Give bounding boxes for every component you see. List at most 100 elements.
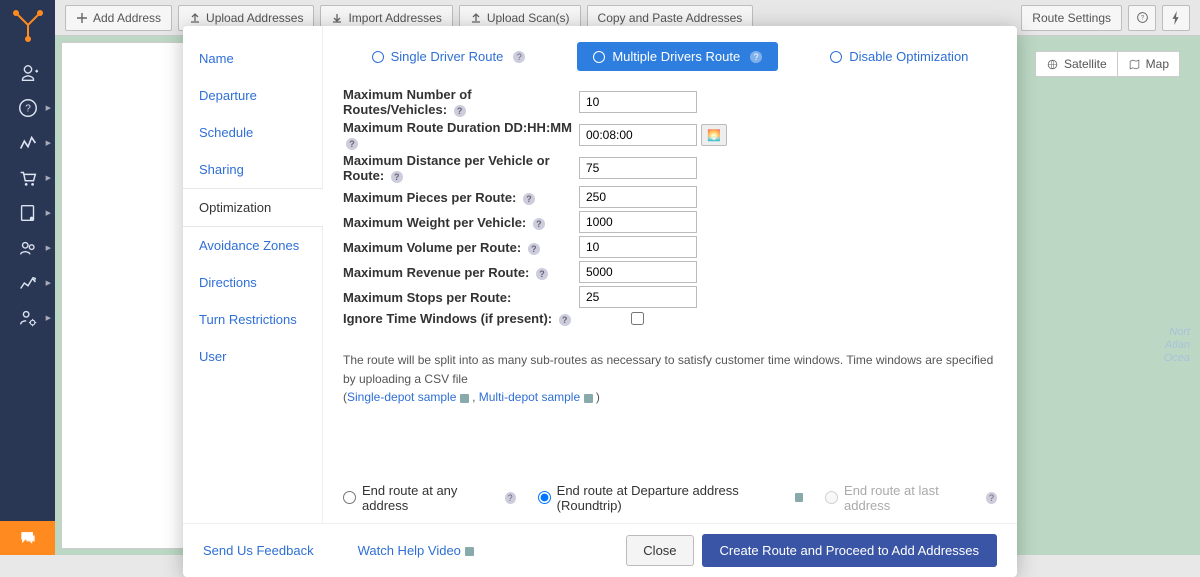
max-weight-input[interactable] xyxy=(579,211,697,233)
max-duration-label: Maximum Route Duration DD:HH:MM xyxy=(343,120,572,135)
nav-sharing[interactable]: Sharing xyxy=(183,151,322,188)
radio-icon[interactable] xyxy=(538,491,551,504)
radio-icon xyxy=(830,51,842,63)
chat-button[interactable] xyxy=(0,521,55,555)
max-distance-input[interactable] xyxy=(579,157,697,179)
tab-multiple-label: Multiple Drivers Route xyxy=(612,49,740,64)
max-revenue-input[interactable] xyxy=(579,261,697,283)
max-weight-label: Maximum Weight per Vehicle: xyxy=(343,215,526,230)
nav-turn[interactable]: Turn Restrictions xyxy=(183,301,322,338)
help-icon[interactable]: ? xyxy=(513,51,525,63)
help-icon[interactable]: ? xyxy=(523,193,535,205)
upload-scans-label: Upload Scan(s) xyxy=(487,11,570,25)
description-text: The route will be split into as many sub… xyxy=(343,353,993,386)
single-depot-sample-link[interactable]: Single-depot sample xyxy=(347,390,456,404)
help-icon[interactable]: ? xyxy=(559,314,571,326)
route-settings-button[interactable]: Route Settings xyxy=(1021,5,1122,31)
radio-icon xyxy=(372,51,384,63)
max-duration-input[interactable] xyxy=(579,124,697,146)
tab-disable-optimization[interactable]: Disable Optimization xyxy=(814,42,984,71)
max-volume-input[interactable] xyxy=(579,236,697,258)
help-icon[interactable]: ? xyxy=(750,51,762,63)
help-icon[interactable]: ? xyxy=(346,138,358,150)
sidebar-addressbook-icon[interactable]: ▶ xyxy=(0,195,55,230)
import-addresses-label: Import Addresses xyxy=(348,11,441,25)
svg-text:?: ? xyxy=(1140,16,1144,22)
video-icon xyxy=(465,547,474,556)
help-icon[interactable]: ? xyxy=(454,105,466,117)
route-settings-label: Route Settings xyxy=(1032,11,1111,25)
ignore-tw-checkbox[interactable] xyxy=(631,312,644,325)
max-stops-input[interactable] xyxy=(579,286,697,308)
end-route-departure-label: End route at Departure address (Roundtri… xyxy=(557,483,789,513)
nav-departure[interactable]: Departure xyxy=(183,77,322,114)
nav-name[interactable]: Name xyxy=(183,40,322,77)
nav-directions[interactable]: Directions xyxy=(183,264,322,301)
modal-footer: Send Us Feedback Watch Help Video Close … xyxy=(183,523,1017,577)
map-map-toggle[interactable]: Map xyxy=(1118,51,1180,77)
max-pieces-label: Maximum Pieces per Route: xyxy=(343,190,516,205)
max-revenue-label: Maximum Revenue per Route: xyxy=(343,265,529,280)
left-sidebar: ?▶ ▶ ▶ ▶ ▶ ▶ ▶ xyxy=(0,0,55,555)
radio-icon[interactable] xyxy=(343,491,356,504)
multi-depot-sample-link[interactable]: Multi-depot sample xyxy=(479,390,580,404)
tab-disable-label: Disable Optimization xyxy=(849,49,968,64)
sidebar-analytics-icon[interactable]: ▶ xyxy=(0,265,55,300)
toolbar-help-icon[interactable]: ? xyxy=(1128,5,1156,31)
max-pieces-input[interactable] xyxy=(579,186,697,208)
add-address-button[interactable]: Add Address xyxy=(65,5,172,31)
satellite-label: Satellite xyxy=(1064,57,1107,71)
nav-avoidance[interactable]: Avoidance Zones xyxy=(183,227,322,264)
tab-single-driver[interactable]: Single Driver Route? xyxy=(356,42,542,71)
map-label: Map xyxy=(1146,57,1169,71)
help-icon: ? xyxy=(986,492,997,504)
upload-addresses-label: Upload Addresses xyxy=(206,11,303,25)
help-icon[interactable]: ? xyxy=(533,218,545,230)
copy-paste-label: Copy and Paste Addresses xyxy=(598,11,743,25)
sidebar-cart-icon[interactable]: ▶ xyxy=(0,160,55,195)
nav-optimization[interactable]: Optimization xyxy=(183,188,323,227)
add-address-label: Add Address xyxy=(93,11,161,25)
max-stops-label: Maximum Stops per Route: xyxy=(343,290,511,305)
sidebar-user-settings-icon[interactable]: ▶ xyxy=(0,300,55,335)
toolbar-bolt-icon[interactable] xyxy=(1162,5,1190,31)
help-icon[interactable]: ? xyxy=(505,492,516,504)
feedback-link[interactable]: Send Us Feedback xyxy=(203,543,314,558)
end-route-last-option: End route at last address? xyxy=(825,483,997,513)
end-route-any-option[interactable]: End route at any address? xyxy=(343,483,516,513)
tab-single-label: Single Driver Route xyxy=(391,49,504,64)
radio-icon xyxy=(825,491,838,504)
modal-content: Single Driver Route? Multiple Drivers Ro… xyxy=(323,26,1017,523)
tab-multiple-drivers[interactable]: Multiple Drivers Route? xyxy=(577,42,778,71)
external-link-icon xyxy=(795,493,803,502)
max-volume-label: Maximum Volume per Route: xyxy=(343,240,521,255)
end-route-any-label: End route at any address xyxy=(362,483,496,513)
watch-video-label: Watch Help Video xyxy=(358,543,461,558)
max-distance-label: Maximum Distance per Vehicle or Route: xyxy=(343,153,550,183)
map-satellite-toggle[interactable]: Satellite xyxy=(1035,51,1118,77)
watch-video-link[interactable]: Watch Help Video xyxy=(358,543,474,558)
sidebar-routes-icon[interactable]: ▶ xyxy=(0,125,55,160)
app-logo xyxy=(8,5,48,45)
svg-text:?: ? xyxy=(25,103,31,114)
sidebar-add-user-icon[interactable] xyxy=(0,55,55,90)
help-icon[interactable]: ? xyxy=(391,171,403,183)
close-button[interactable]: Close xyxy=(626,535,693,566)
help-icon[interactable]: ? xyxy=(536,268,548,280)
external-link-icon xyxy=(460,394,469,403)
map-ocean-label: Nort Atlan Ocea xyxy=(1164,326,1190,366)
sidebar-team-icon[interactable]: ▶ xyxy=(0,230,55,265)
max-routes-input[interactable] xyxy=(579,91,697,113)
sunrise-icon[interactable]: 🌅 xyxy=(701,124,727,146)
end-route-departure-option[interactable]: End route at Departure address (Roundtri… xyxy=(538,483,803,513)
ignore-tw-label: Ignore Time Windows (if present): xyxy=(343,311,552,326)
sidebar-help-icon[interactable]: ?▶ xyxy=(0,90,55,125)
max-routes-label: Maximum Number of Routes/Vehicles: xyxy=(343,87,472,117)
modal-nav: Name Departure Schedule Sharing Optimiza… xyxy=(183,26,323,523)
nav-schedule[interactable]: Schedule xyxy=(183,114,322,151)
create-route-button[interactable]: Create Route and Proceed to Add Addresse… xyxy=(702,534,997,567)
route-settings-modal: Name Departure Schedule Sharing Optimiza… xyxy=(183,26,1017,577)
help-icon[interactable]: ? xyxy=(528,243,540,255)
external-link-icon xyxy=(584,394,593,403)
nav-user[interactable]: User xyxy=(183,338,322,375)
